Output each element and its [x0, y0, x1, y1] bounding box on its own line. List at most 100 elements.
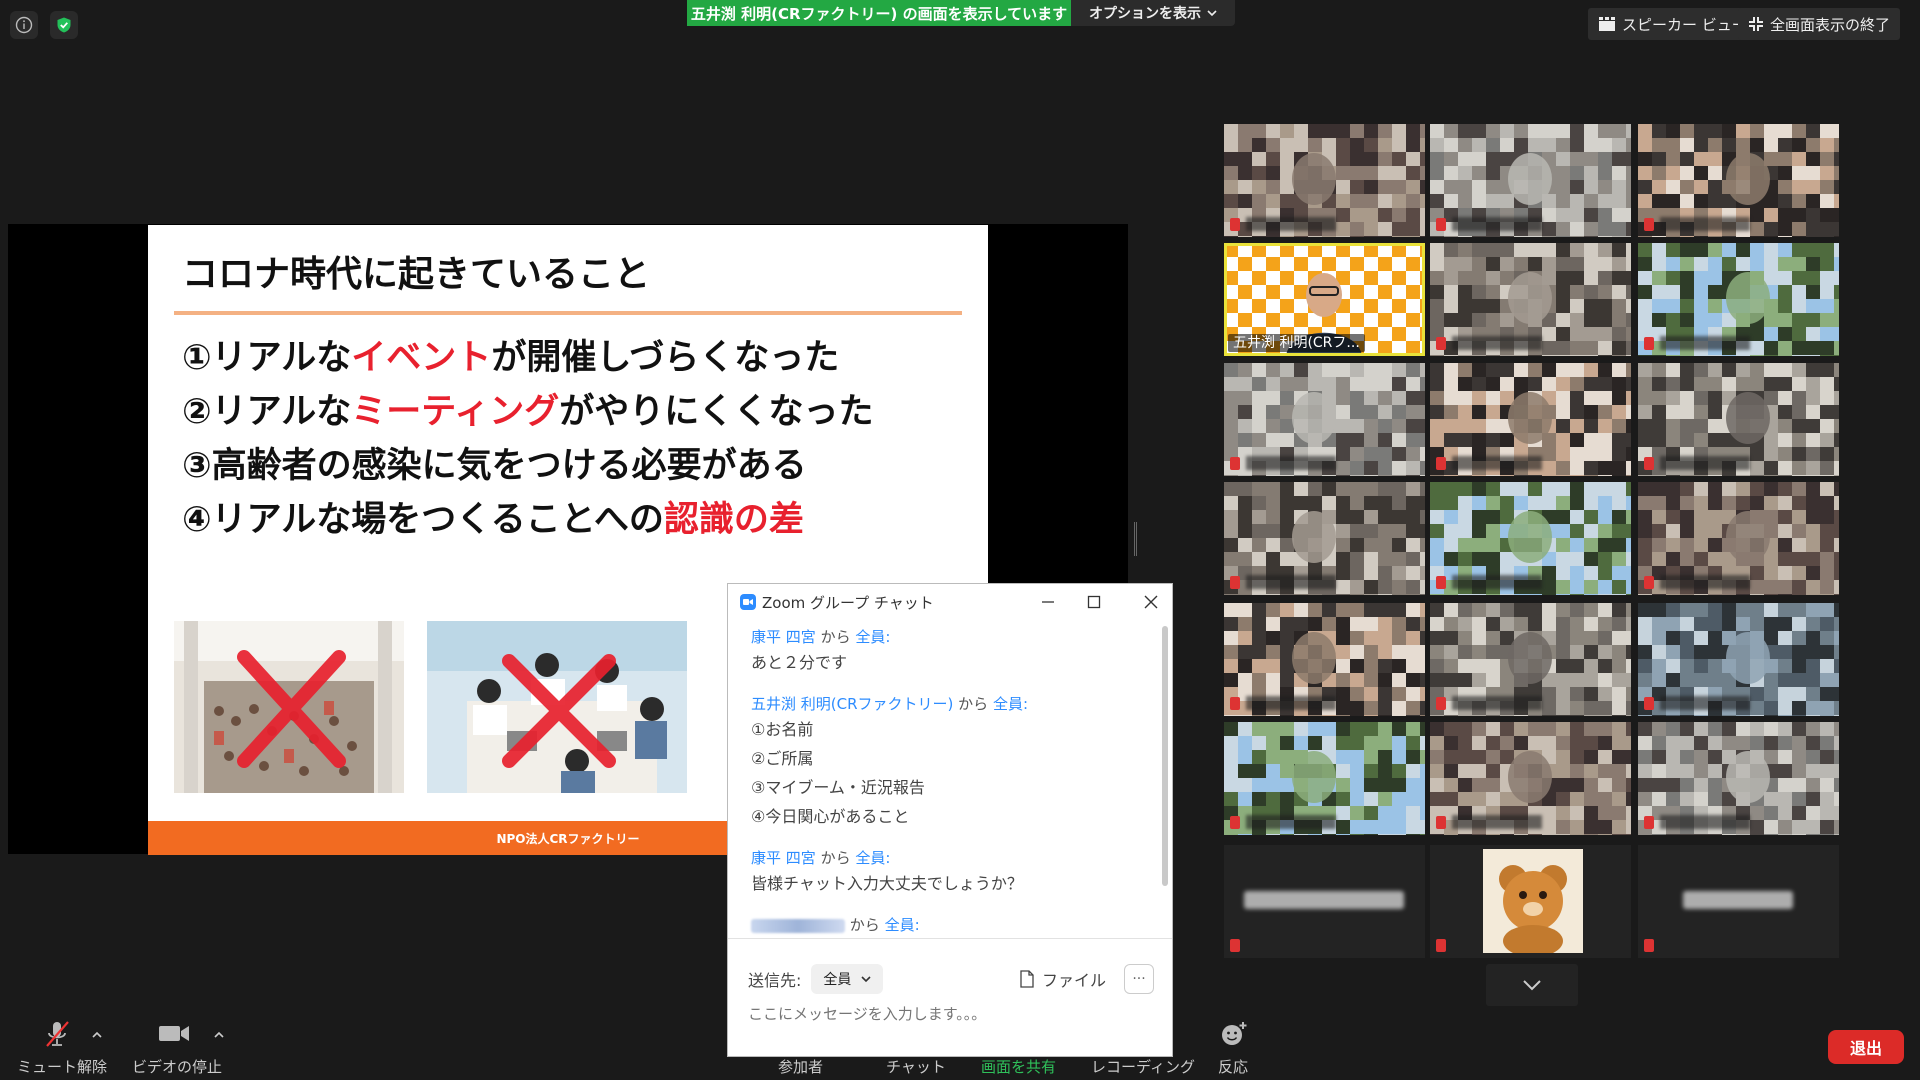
record-button[interactable]: レコーディング: [1091, 1056, 1195, 1077]
participant-tile[interactable]: [1224, 603, 1425, 716]
message-text: ③マイブーム・近況報告: [751, 778, 925, 797]
send-to-row: 送信先: 全員: [748, 964, 884, 994]
video-options-caret[interactable]: [214, 1028, 224, 1042]
message-text: あと２分です: [751, 653, 848, 672]
participant-tile[interactable]: [1430, 363, 1631, 476]
participants-button[interactable]: 参加者: [778, 1056, 823, 1077]
blurred-participant-name: [1246, 696, 1336, 710]
participant-tile[interactable]: [1224, 124, 1425, 237]
event-crowd-photo: [174, 621, 404, 793]
more-options-button[interactable]: ···: [1124, 964, 1154, 994]
message-text: ④今日関心があること: [751, 807, 910, 826]
blurred-participant-name: [1246, 815, 1336, 829]
speaker-view-label: スピーカー ビュー: [1622, 15, 1747, 34]
participant-tile[interactable]: [1430, 845, 1631, 958]
recipient-value: 全員: [823, 972, 852, 988]
message-text: ①お名前: [751, 720, 814, 739]
participant-tile[interactable]: [1430, 603, 1631, 716]
muted-indicator-icon: [1644, 816, 1654, 829]
view-options-button[interactable]: オプションを表示: [1071, 0, 1235, 26]
slide-title: コロナ時代に起きていること: [182, 254, 651, 295]
participant-tile[interactable]: [1638, 482, 1839, 595]
participant-tile[interactable]: [1224, 363, 1425, 476]
participant-tile[interactable]: [1638, 722, 1839, 835]
muted-indicator-icon: [1436, 939, 1446, 952]
chevron-up-icon: [92, 1031, 102, 1038]
chevron-down-icon: [1207, 10, 1217, 17]
participant-tile[interactable]: [1638, 603, 1839, 716]
close-button[interactable]: [1131, 588, 1171, 616]
muted-indicator-icon: [1644, 939, 1654, 952]
share-screen-button[interactable]: 画面を共有: [981, 1056, 1056, 1077]
blurred-participant-name: [1660, 336, 1750, 350]
gallery-next-page-button[interactable]: [1486, 964, 1578, 1006]
chevron-up-icon: [214, 1031, 224, 1038]
participant-tile[interactable]: [1638, 845, 1839, 958]
unmute-label: ミュート解除: [17, 1058, 108, 1076]
participant-tile[interactable]: [1430, 243, 1631, 356]
blurred-participant-name: [1660, 696, 1750, 710]
blurred-participant-name: [1452, 815, 1542, 829]
muted-indicator-icon: [1644, 457, 1654, 470]
chat-divider: [728, 938, 1172, 939]
minimize-button[interactable]: [1028, 588, 1068, 616]
maximize-button[interactable]: [1074, 588, 1114, 616]
chat-title: Zoom グループ チャット: [762, 593, 934, 612]
chevron-down-icon: [861, 976, 871, 983]
reactions-label: 反応: [1218, 1058, 1249, 1076]
chat-scrollbar[interactable]: [1162, 626, 1168, 886]
unmute-button[interactable]: [44, 1020, 70, 1048]
message-header: から 全員:: [751, 914, 1174, 936]
participant-tile[interactable]: [1224, 482, 1425, 595]
slide-bullet-list: ①リアルなイベントが開催しづらくなった ②リアルなミーティングがやりにくくなった…: [182, 331, 874, 547]
exit-fullscreen-button[interactable]: 全画面表示の終了: [1738, 8, 1901, 40]
meeting-info-icon[interactable]: [10, 11, 38, 39]
slide-divider: [174, 311, 962, 315]
stop-video-label: ビデオの停止: [132, 1058, 223, 1076]
muted-indicator-icon: [1436, 218, 1446, 231]
participant-tile[interactable]: [1430, 482, 1631, 595]
chat-message-input[interactable]: [748, 994, 1148, 1034]
blurred-participant-name: [1452, 336, 1542, 350]
blurred-sender-name: [751, 918, 845, 933]
meeting-photo: [427, 621, 687, 793]
participant-tile[interactable]: [1224, 722, 1425, 835]
zoom-logo-icon: [740, 594, 756, 610]
speaker-view-button[interactable]: スピーカー ビュー: [1588, 8, 1757, 40]
active-speaker-tile[interactable]: 五井渕 利明(CRフ...: [1224, 243, 1425, 356]
participant-tile[interactable]: [1224, 845, 1425, 958]
reactions-button[interactable]: [1220, 1020, 1248, 1048]
slide-bullet: ①リアルなイベントが開催しづらくなった: [182, 338, 840, 378]
participant-tile[interactable]: [1430, 722, 1631, 835]
speaker-view-icon: [1599, 17, 1615, 31]
send-to-label: 送信先:: [748, 971, 802, 990]
exit-fullscreen-label: 全画面表示の終了: [1770, 15, 1891, 34]
participant-tile[interactable]: [1638, 124, 1839, 237]
muted-indicator-icon: [1230, 576, 1240, 589]
participant-tile[interactable]: [1430, 124, 1631, 237]
chat-button[interactable]: チャット: [886, 1056, 946, 1077]
stop-video-button[interactable]: [158, 1020, 190, 1046]
chevron-down-icon: [1523, 980, 1541, 991]
leave-meeting-button[interactable]: 退出: [1828, 1030, 1904, 1064]
message-header: 康平 四宮 から 全員:: [751, 628, 891, 646]
maximize-icon: [1087, 595, 1101, 609]
recipient-select[interactable]: 全員: [811, 964, 884, 994]
muted-indicator-icon: [1644, 697, 1654, 710]
video-camera-icon: [159, 1026, 189, 1041]
exit-fullscreen-icon: [1749, 17, 1763, 31]
participant-tile[interactable]: [1638, 243, 1839, 356]
participant-tile[interactable]: [1638, 363, 1839, 476]
blurred-participant-name: [1452, 456, 1542, 470]
audio-options-caret[interactable]: [92, 1028, 102, 1042]
file-button[interactable]: ファイル: [1020, 967, 1106, 991]
blurred-participant-name: [1660, 456, 1750, 470]
minimize-icon: [1042, 601, 1054, 603]
security-shield-icon[interactable]: [50, 11, 78, 39]
muted-indicator-icon: [1436, 816, 1446, 829]
slide-bullet: ④リアルな場をつくることへの認識の差: [182, 500, 804, 540]
split-resize-handle[interactable]: [1134, 522, 1137, 556]
message-text: 皆様チャット入力大丈夫でしょうか？: [751, 874, 1023, 893]
message-text: ②ご所属: [751, 749, 814, 768]
chat-message-list: 康平 四宮 から 全員: あと２分です 五井渕 利明(CRファクトリー) から …: [728, 620, 1174, 938]
